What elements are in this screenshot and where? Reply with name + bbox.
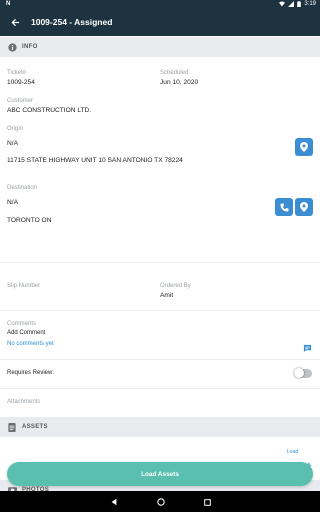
info-section-header: INFO [0, 37, 320, 57]
add-comment-label[interactable]: Add Comment [7, 330, 45, 336]
origin-map-button[interactable] [295, 138, 313, 156]
notification-icons: N [6, 1, 13, 7]
clock: 3:19 [304, 1, 316, 7]
origin-address: 11715 STATE HIGHWAY UNIT 10 SAN ANTONIO … [7, 157, 183, 164]
requires-review-toggle[interactable] [294, 368, 312, 378]
assets-section-label: ASSETS [22, 424, 48, 430]
arrow-back-icon [10, 18, 19, 26]
destination-label: Destination [7, 185, 38, 191]
ordered-by-label: Ordered By [160, 283, 191, 289]
ticket-value: 1009-254 [7, 79, 35, 86]
assets-icon [7, 422, 17, 432]
divider [0, 262, 320, 263]
square-recents-icon [203, 498, 211, 506]
app-bar: 1009-254 - Assigned [0, 8, 320, 36]
wifi-icon [279, 1, 286, 7]
phone-icon [279, 202, 289, 212]
scheduled-label: Scheduled [160, 70, 189, 76]
origin-name: N/A [7, 140, 18, 147]
location-pin-icon [300, 142, 308, 152]
info-icon [7, 42, 17, 52]
scheduled-value: Jun 10, 2020 [160, 79, 199, 86]
location-pin-icon [300, 202, 308, 212]
load-link[interactable]: Load [287, 449, 298, 455]
battery-icon [297, 1, 302, 7]
origin-label: Origin [7, 126, 24, 132]
load-assets-button[interactable]: Load Assets [7, 462, 313, 486]
attachments-label: Attachments [7, 399, 41, 405]
destination-address: TORONTO ON [7, 217, 52, 224]
destination-call-button[interactable] [275, 198, 293, 216]
divider [0, 359, 320, 360]
nav-recents-button[interactable] [203, 493, 211, 511]
destination-map-button[interactable] [295, 198, 313, 216]
comment-icon [303, 344, 312, 353]
toggle-knob [294, 368, 304, 378]
slip-number-label: Slip Number [7, 283, 41, 289]
page-title: 1009-254 - Assigned [31, 17, 113, 27]
comments-label: Comments [7, 321, 37, 327]
divider [0, 388, 320, 389]
customer-value: ABC CONSTRUCTION LTD. [7, 107, 92, 114]
system-navigation-bar [0, 491, 320, 512]
ordered-by-value: Amit [160, 292, 174, 299]
no-comments-text: No comments yet [7, 341, 54, 347]
nav-back-button[interactable] [110, 493, 118, 511]
ticket-label: Ticket# [7, 70, 27, 76]
info-section-label: INFO [22, 44, 38, 50]
requires-review-label: Requires Review: [7, 370, 55, 376]
add-comment-button[interactable] [303, 340, 312, 358]
nav-home-button[interactable] [156, 493, 165, 511]
status-icons: 3:19 [279, 0, 316, 8]
triangle-back-icon [111, 498, 116, 505]
signal-icon [288, 1, 295, 7]
status-bar: N 3:19 [0, 0, 320, 8]
destination-name: N/A [7, 199, 18, 206]
back-button[interactable] [8, 15, 22, 29]
assets-section-header: ASSETS [0, 417, 320, 437]
customer-label: Customer [7, 98, 34, 104]
circle-home-icon [156, 497, 165, 506]
divider [0, 310, 320, 311]
